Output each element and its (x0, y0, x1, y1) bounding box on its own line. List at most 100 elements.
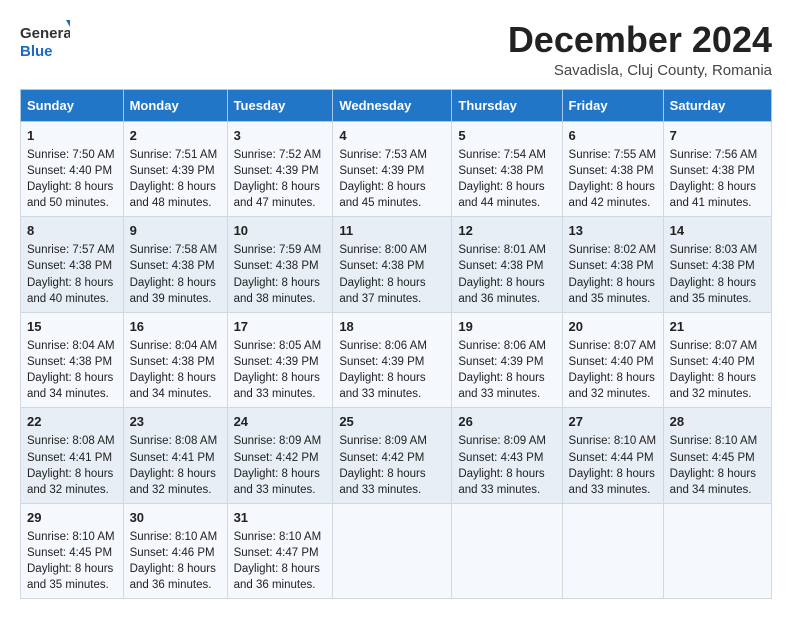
col-header-friday: Friday (562, 89, 663, 121)
daylight-label: Daylight: 8 hours and 47 minutes. (234, 181, 320, 209)
calendar-cell: 23 Sunrise: 8:08 AM Sunset: 4:41 PM Dayl… (123, 408, 227, 504)
sunrise-label: Sunrise: 7:53 AM (339, 149, 427, 161)
day-number: 13 (569, 222, 657, 240)
calendar-cell: 6 Sunrise: 7:55 AM Sunset: 4:38 PM Dayli… (562, 121, 663, 217)
sunset-label: Sunset: 4:38 PM (670, 165, 755, 177)
daylight-label: Daylight: 8 hours and 39 minutes. (130, 277, 216, 305)
sunset-label: Sunset: 4:38 PM (670, 260, 755, 272)
sunset-label: Sunset: 4:42 PM (339, 452, 424, 464)
day-number: 11 (339, 222, 445, 240)
sunrise-label: Sunrise: 8:06 AM (458, 340, 546, 352)
calendar-cell (452, 503, 562, 599)
calendar-week-5: 29 Sunrise: 8:10 AM Sunset: 4:45 PM Dayl… (21, 503, 772, 599)
title-block: December 2024 Savadisla, Cluj County, Ro… (508, 20, 772, 79)
day-number: 4 (339, 127, 445, 145)
daylight-label: Daylight: 8 hours and 50 minutes. (27, 181, 113, 209)
logo: General Blue (20, 20, 74, 69)
day-number: 5 (458, 127, 555, 145)
day-number: 17 (234, 318, 327, 336)
sunset-label: Sunset: 4:38 PM (27, 356, 112, 368)
day-number: 9 (130, 222, 221, 240)
daylight-label: Daylight: 8 hours and 36 minutes. (234, 563, 320, 591)
sunrise-label: Sunrise: 8:07 AM (670, 340, 758, 352)
calendar-cell: 2 Sunrise: 7:51 AM Sunset: 4:39 PM Dayli… (123, 121, 227, 217)
sunrise-label: Sunrise: 8:10 AM (27, 531, 115, 543)
sunset-label: Sunset: 4:38 PM (569, 260, 654, 272)
daylight-label: Daylight: 8 hours and 32 minutes. (130, 468, 216, 496)
calendar-cell: 22 Sunrise: 8:08 AM Sunset: 4:41 PM Dayl… (21, 408, 124, 504)
calendar-cell (663, 503, 771, 599)
sunset-label: Sunset: 4:41 PM (27, 452, 112, 464)
calendar-cell: 31 Sunrise: 8:10 AM Sunset: 4:47 PM Dayl… (227, 503, 333, 599)
sunset-label: Sunset: 4:38 PM (458, 165, 543, 177)
daylight-label: Daylight: 8 hours and 41 minutes. (670, 181, 756, 209)
sunset-label: Sunset: 4:38 PM (458, 260, 543, 272)
calendar-header-row: SundayMondayTuesdayWednesdayThursdayFrid… (21, 89, 772, 121)
calendar-week-4: 22 Sunrise: 8:08 AM Sunset: 4:41 PM Dayl… (21, 408, 772, 504)
sunrise-label: Sunrise: 8:01 AM (458, 244, 546, 256)
daylight-label: Daylight: 8 hours and 42 minutes. (569, 181, 655, 209)
daylight-label: Daylight: 8 hours and 33 minutes. (569, 468, 655, 496)
day-number: 3 (234, 127, 327, 145)
calendar-cell: 26 Sunrise: 8:09 AM Sunset: 4:43 PM Dayl… (452, 408, 562, 504)
day-number: 16 (130, 318, 221, 336)
daylight-label: Daylight: 8 hours and 35 minutes. (27, 563, 113, 591)
day-number: 29 (27, 509, 117, 527)
day-number: 7 (670, 127, 765, 145)
calendar-cell (562, 503, 663, 599)
sunset-label: Sunset: 4:45 PM (670, 452, 755, 464)
calendar-cell: 10 Sunrise: 7:59 AM Sunset: 4:38 PM Dayl… (227, 217, 333, 313)
calendar-cell: 14 Sunrise: 8:03 AM Sunset: 4:38 PM Dayl… (663, 217, 771, 313)
sunset-label: Sunset: 4:46 PM (130, 547, 215, 559)
day-number: 14 (670, 222, 765, 240)
calendar-cell: 18 Sunrise: 8:06 AM Sunset: 4:39 PM Dayl… (333, 312, 452, 408)
sunrise-label: Sunrise: 8:00 AM (339, 244, 427, 256)
sunrise-label: Sunrise: 8:02 AM (569, 244, 657, 256)
sunrise-label: Sunrise: 8:09 AM (458, 435, 546, 447)
sunset-label: Sunset: 4:41 PM (130, 452, 215, 464)
col-header-tuesday: Tuesday (227, 89, 333, 121)
sunrise-label: Sunrise: 8:04 AM (27, 340, 115, 352)
calendar-cell: 15 Sunrise: 8:04 AM Sunset: 4:38 PM Dayl… (21, 312, 124, 408)
calendar-cell: 24 Sunrise: 8:09 AM Sunset: 4:42 PM Dayl… (227, 408, 333, 504)
sunrise-label: Sunrise: 8:10 AM (670, 435, 758, 447)
sunrise-label: Sunrise: 8:08 AM (130, 435, 218, 447)
calendar-table: SundayMondayTuesdayWednesdayThursdayFrid… (20, 89, 772, 600)
sunrise-label: Sunrise: 7:54 AM (458, 149, 546, 161)
calendar-cell (333, 503, 452, 599)
day-number: 21 (670, 318, 765, 336)
sunrise-label: Sunrise: 8:10 AM (234, 531, 322, 543)
day-number: 19 (458, 318, 555, 336)
daylight-label: Daylight: 8 hours and 48 minutes. (130, 181, 216, 209)
daylight-label: Daylight: 8 hours and 33 minutes. (339, 372, 425, 400)
calendar-cell: 28 Sunrise: 8:10 AM Sunset: 4:45 PM Dayl… (663, 408, 771, 504)
daylight-label: Daylight: 8 hours and 33 minutes. (458, 468, 544, 496)
day-number: 24 (234, 413, 327, 431)
daylight-label: Daylight: 8 hours and 32 minutes. (569, 372, 655, 400)
sunset-label: Sunset: 4:38 PM (339, 260, 424, 272)
day-number: 26 (458, 413, 555, 431)
calendar-cell: 1 Sunrise: 7:50 AM Sunset: 4:40 PM Dayli… (21, 121, 124, 217)
sunrise-label: Sunrise: 7:59 AM (234, 244, 322, 256)
day-number: 15 (27, 318, 117, 336)
sunset-label: Sunset: 4:38 PM (569, 165, 654, 177)
daylight-label: Daylight: 8 hours and 33 minutes. (458, 372, 544, 400)
sunrise-label: Sunrise: 8:09 AM (234, 435, 322, 447)
sunrise-label: Sunrise: 8:03 AM (670, 244, 758, 256)
day-number: 22 (27, 413, 117, 431)
sunset-label: Sunset: 4:39 PM (234, 165, 319, 177)
sunrise-label: Sunrise: 8:08 AM (27, 435, 115, 447)
sunrise-label: Sunrise: 8:10 AM (569, 435, 657, 447)
calendar-cell: 11 Sunrise: 8:00 AM Sunset: 4:38 PM Dayl… (333, 217, 452, 313)
sunrise-label: Sunrise: 8:04 AM (130, 340, 218, 352)
calendar-cell: 7 Sunrise: 7:56 AM Sunset: 4:38 PM Dayli… (663, 121, 771, 217)
daylight-label: Daylight: 8 hours and 44 minutes. (458, 181, 544, 209)
daylight-label: Daylight: 8 hours and 34 minutes. (27, 372, 113, 400)
calendar-cell: 27 Sunrise: 8:10 AM Sunset: 4:44 PM Dayl… (562, 408, 663, 504)
sunrise-label: Sunrise: 7:55 AM (569, 149, 657, 161)
calendar-cell: 9 Sunrise: 7:58 AM Sunset: 4:38 PM Dayli… (123, 217, 227, 313)
daylight-label: Daylight: 8 hours and 36 minutes. (458, 277, 544, 305)
sunset-label: Sunset: 4:43 PM (458, 452, 543, 464)
sunrise-label: Sunrise: 7:58 AM (130, 244, 218, 256)
sunset-label: Sunset: 4:39 PM (130, 165, 215, 177)
